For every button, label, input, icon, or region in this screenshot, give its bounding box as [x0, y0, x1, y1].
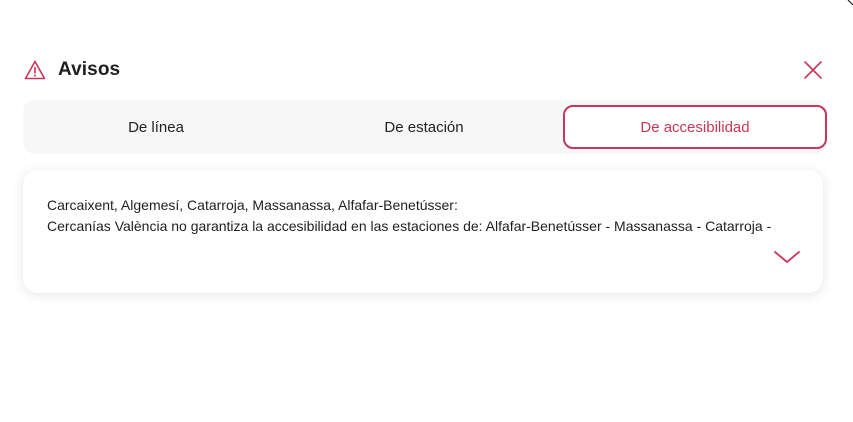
notice-stations: Carcaixent, Algemesí, Catarroja, Massana… — [47, 197, 458, 213]
notice-message: Cercanías València no garantiza la acces… — [47, 218, 772, 234]
tab-station[interactable]: De estación — [289, 105, 559, 149]
expand-button[interactable] — [773, 249, 801, 265]
corner-mark — [847, 0, 853, 6]
close-icon — [804, 61, 822, 79]
tab-line[interactable]: De línea — [23, 105, 289, 149]
close-button[interactable] — [803, 60, 823, 80]
alerts-header: Avisos — [24, 57, 823, 83]
page-title: Avisos — [58, 59, 121, 80]
notice-card[interactable]: Carcaixent, Algemesí, Catarroja, Massana… — [23, 170, 823, 293]
chevron-down-icon — [774, 251, 800, 263]
tab-accessibility[interactable]: De accesibilidad — [563, 105, 827, 149]
alerts-panel: Avisos De línea De estación De accesibil… — [0, 0, 853, 422]
warning-triangle-icon — [24, 59, 46, 81]
alert-type-tabs: De línea De estación De accesibilidad — [23, 100, 827, 154]
